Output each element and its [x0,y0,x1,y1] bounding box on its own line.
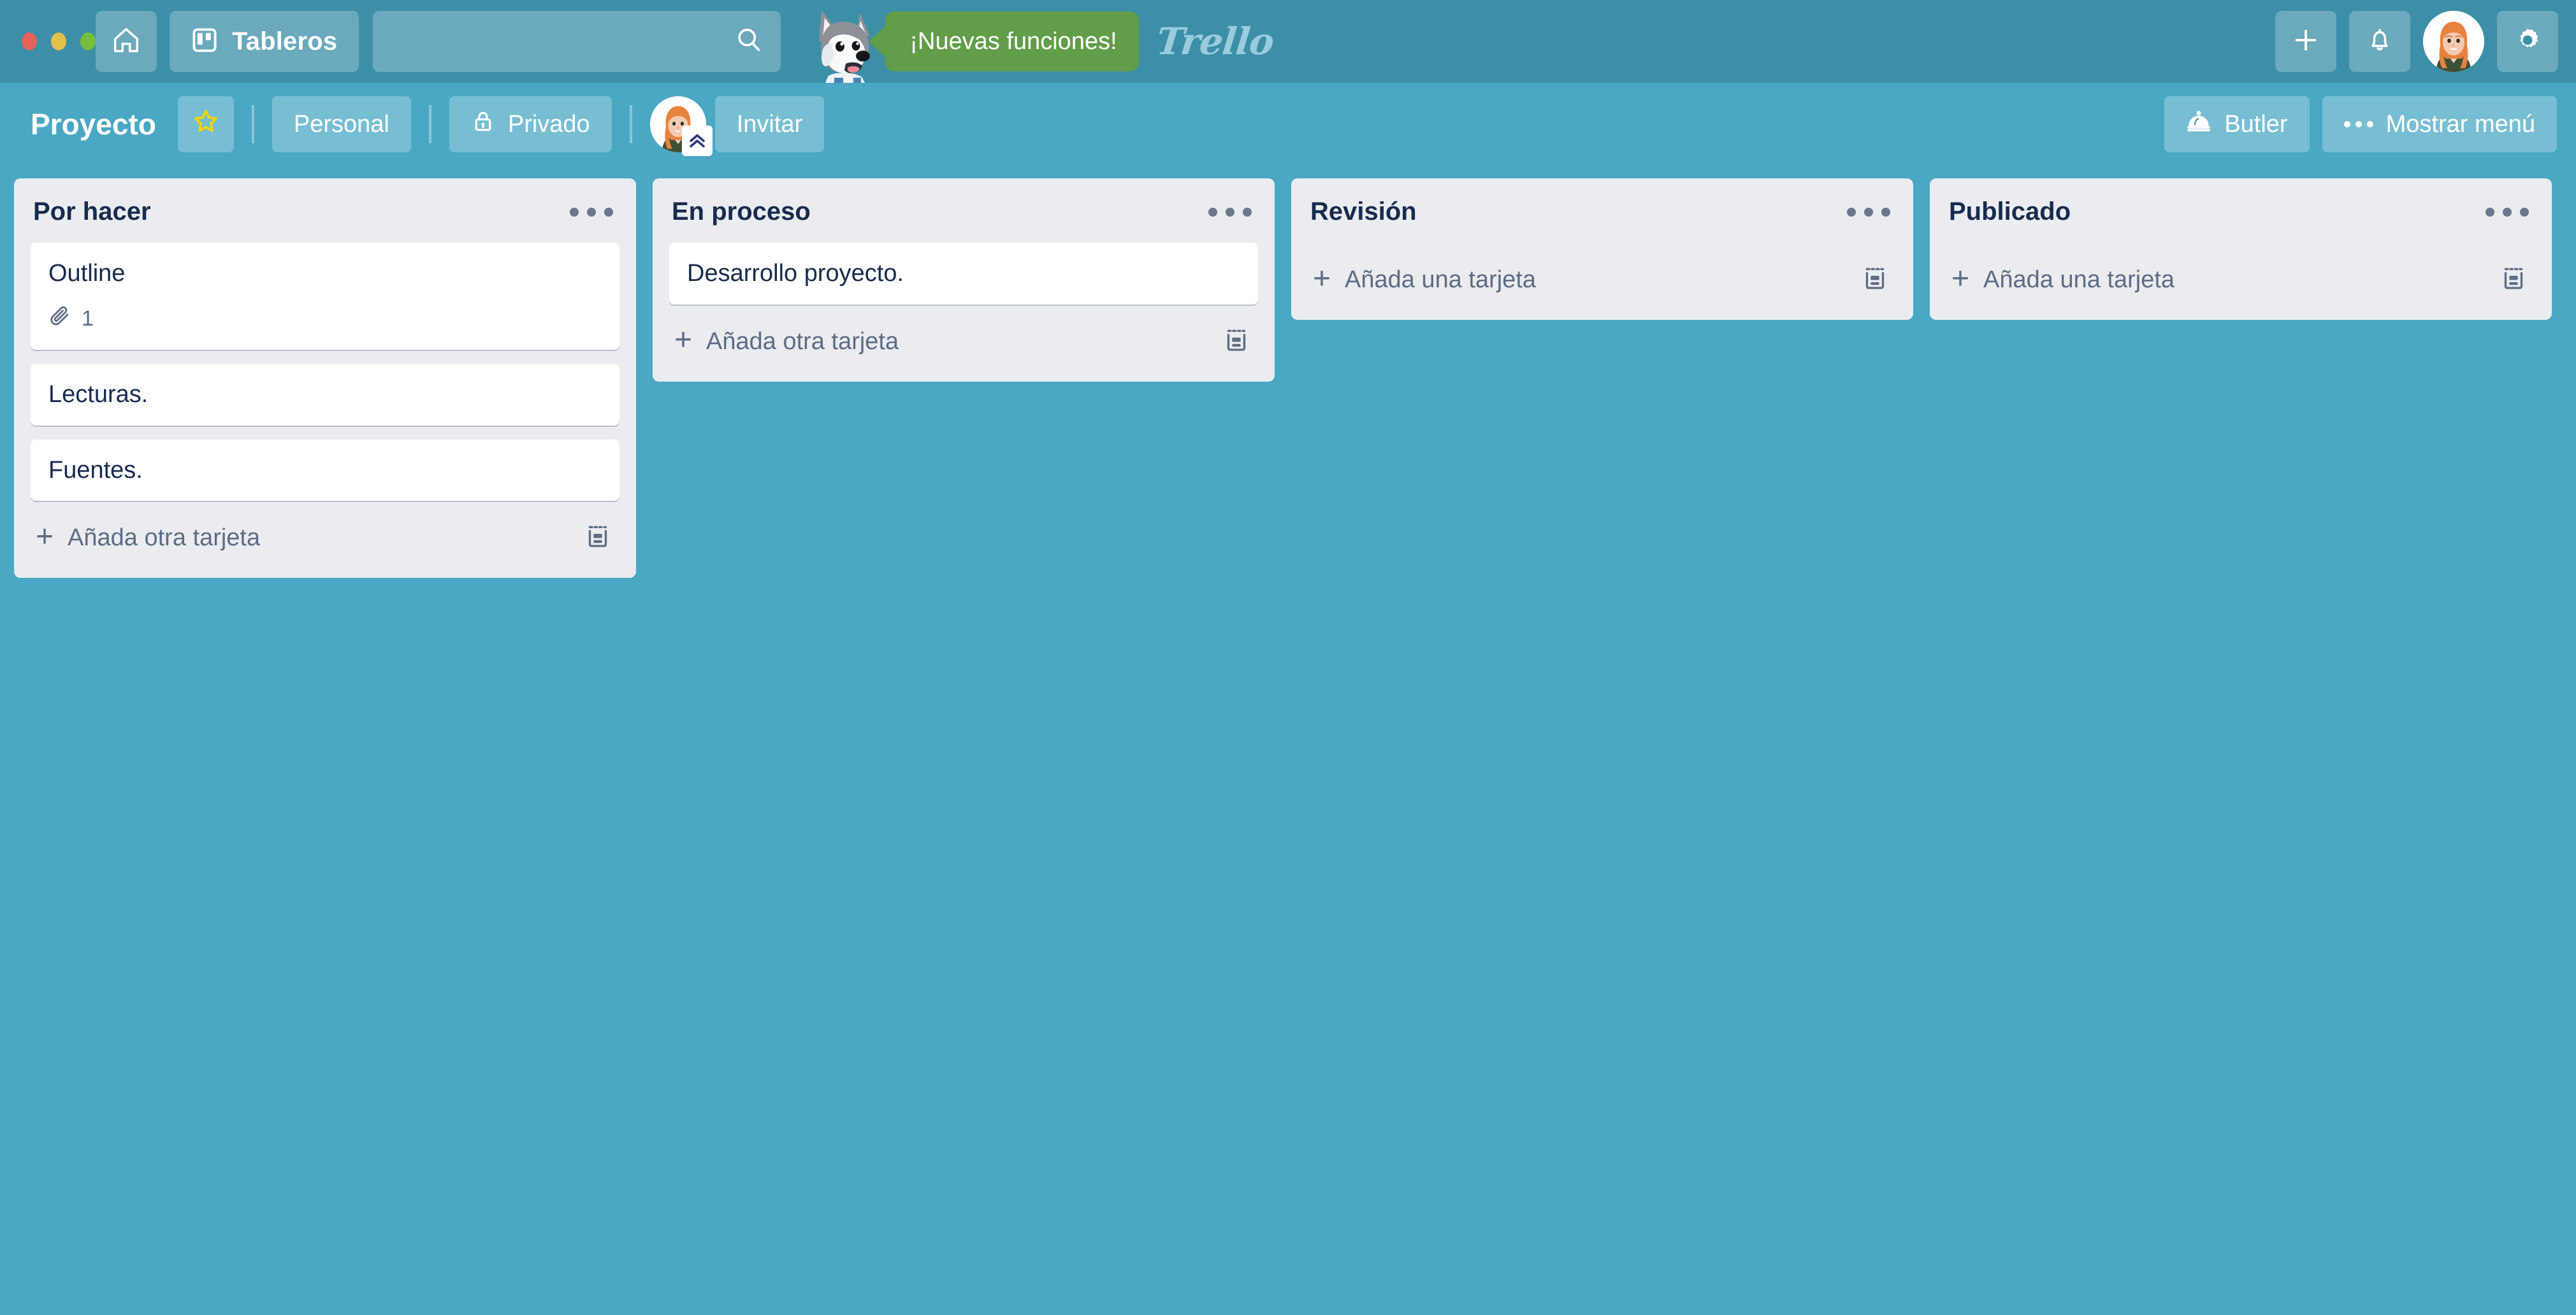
list-footer: + Añada otra tarjeta [669,305,1258,370]
close-button[interactable] [22,32,37,50]
team-button[interactable]: Personal [271,96,411,152]
avatar[interactable] [2423,11,2484,72]
list-footer: + Añada otra tarjeta [31,501,619,566]
board-lists-container: Por hacer Outline 1 Lecturas. Fuentes. +… [0,166,2576,1315]
list-header: En proceso [669,194,1258,243]
invite-button[interactable]: Invitar [714,96,825,152]
divider [428,105,431,143]
husky-mascot [795,0,890,85]
show-menu-button[interactable]: Mostrar menú [2322,96,2557,152]
list-footer: + Añada una tarjeta [1946,243,2535,308]
add-card-label: Añada otra tarjeta [68,524,261,552]
card-title: Fuentes. [48,456,143,484]
plus-icon [2291,25,2320,58]
add-card-button[interactable]: + Añada una tarjeta [1313,261,1537,296]
card[interactable]: Outline 1 [31,243,619,350]
team-label: Personal [293,110,389,138]
divider [629,105,632,143]
promo-area: ¡Nuevas funciones! Trello [795,0,1276,85]
header-actions [2275,11,2558,72]
card[interactable]: Lecturas. [31,363,619,426]
list-cards: Outline 1 Lecturas. Fuentes. [31,243,619,501]
plus-icon: + [36,519,54,554]
board-header: Proyecto Personal Privado Invitar Butler… [0,83,2576,166]
add-card-label: Añada una tarjeta [1983,266,2175,293]
card[interactable]: Fuentes. [31,439,619,501]
card-badges: 1 [48,305,602,333]
notifications-button[interactable] [2349,11,2410,72]
list-title: Revisión [1310,198,1417,226]
trello-logo: Trello [1154,20,1276,63]
list-header: Publicado [1946,194,2535,243]
new-features-banner[interactable]: ¡Nuevas funciones! [885,11,1139,71]
star-icon [192,107,220,141]
list-title: Publicado [1949,198,2071,226]
list-menu-button[interactable] [1843,201,1894,223]
butler-label: Butler [2224,110,2288,138]
star-button[interactable] [177,96,234,152]
list-en-proceso: En proceso Desarrollo proyecto. + Añada … [653,178,1275,382]
list-header: Revisión [1308,194,1897,243]
board-member-avatar[interactable] [649,96,713,156]
gear-icon [2513,25,2542,58]
list-title: En proceso [672,198,811,226]
list-header: Por hacer [31,194,619,243]
visibility-label: Privado [507,110,590,138]
minimize-button[interactable] [51,32,66,50]
plus-icon: + [1313,261,1331,296]
boards-button[interactable]: Tableros [170,11,359,72]
card[interactable]: Desarrollo proyecto. [669,243,1258,305]
add-card-label: Añada otra tarjeta [706,327,899,355]
card-title: Desarrollo proyecto. [687,260,904,287]
chevron-up-double-icon [681,126,713,156]
bell-icon [2366,26,2394,57]
search-input[interactable] [373,11,781,72]
add-card-button[interactable]: + Añada otra tarjeta [36,519,261,554]
butler-button[interactable]: Butler [2164,96,2310,152]
card-template-icon[interactable] [581,520,614,556]
boards-icon [191,27,218,57]
divider [251,105,254,143]
card-template-icon[interactable] [2497,262,2530,298]
page-title: Proyecto [31,108,156,141]
card-template-icon[interactable] [1858,262,1892,298]
list-title: Por hacer [33,198,151,226]
list-menu-button[interactable] [566,201,617,223]
attachment-badge: 1 [48,305,94,333]
window-traffic-lights [0,32,96,50]
add-card-label: Añada una tarjeta [1345,266,1537,293]
boards-label: Tableros [232,27,338,55]
top-header: Tableros ¡Nuevas funciones! Trello [0,0,2576,85]
show-menu-label: Mostrar menú [2385,110,2535,138]
maximize-button[interactable] [80,32,96,50]
search-icon [735,26,763,57]
paperclip-icon [48,305,71,333]
invite-label: Invitar [736,110,803,138]
plus-icon: + [674,323,693,357]
add-card-button[interactable]: + Añada otra tarjeta [674,323,899,357]
home-button[interactable] [96,11,157,72]
dots-horizontal-icon [2343,121,2373,127]
list-revision: Revisión + Añada una tarjeta [1291,178,1913,320]
attachment-count: 1 [82,306,94,331]
card-title: Lecturas. [48,380,148,408]
card-title: Outline [48,260,126,287]
list-cards: Desarrollo proyecto. [669,243,1258,305]
list-menu-button[interactable] [1205,201,1255,223]
add-button[interactable] [2275,11,2336,72]
plus-icon: + [1951,261,1970,296]
board-header-actions: Butler Mostrar menú [2164,96,2557,152]
list-por-hacer: Por hacer Outline 1 Lecturas. Fuentes. +… [14,178,636,578]
card-template-icon[interactable] [1220,324,1253,360]
visibility-button[interactable]: Privado [449,96,612,152]
promo-label: ¡Nuevas funciones! [909,27,1117,55]
list-menu-button[interactable] [2482,201,2533,223]
lock-icon [471,109,495,140]
home-icon [112,25,141,58]
butler-bell-icon [2186,108,2211,140]
list-footer: + Añada una tarjeta [1308,243,1897,308]
list-publicado: Publicado + Añada una tarjeta [1930,178,2552,320]
settings-button[interactable] [2497,11,2558,72]
add-card-button[interactable]: + Añada una tarjeta [1951,261,2175,296]
